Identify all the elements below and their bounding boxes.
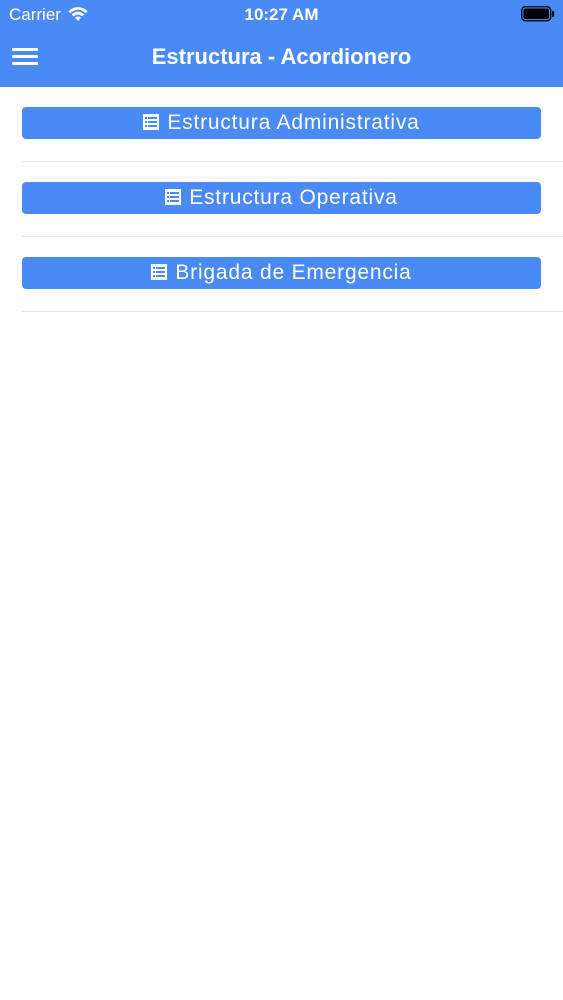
status-time: 10:27 AM bbox=[244, 5, 319, 24]
estructura-operativa-button[interactable]: Estructura Operativa bbox=[22, 182, 541, 214]
section-label: Brigada de Emergencia bbox=[175, 261, 412, 284]
nav-bar: Estructura - Acordionero bbox=[0, 30, 563, 87]
section-label: Estructura Administrativa bbox=[167, 111, 420, 134]
accordion-list: Estructura Administrativa Estructura Ope… bbox=[0, 87, 563, 312]
estructura-administrativa-button[interactable]: Estructura Administrativa bbox=[22, 107, 541, 139]
app-header: Carrier 10:27 AM Estructura - Acordioner… bbox=[0, 0, 563, 87]
page-title: Estructura - Acordionero bbox=[151, 44, 412, 69]
brigada-de-emergencia-button[interactable]: Brigada de Emergencia bbox=[22, 257, 541, 289]
section-label: Estructura Operativa bbox=[189, 186, 398, 209]
accordion-section-administrativa: Estructura Administrativa bbox=[22, 87, 563, 162]
status-bar: Carrier 10:27 AM bbox=[0, 0, 563, 30]
list-icon bbox=[143, 114, 160, 130]
list-icon bbox=[151, 264, 168, 280]
accordion-section-operativa: Estructura Operativa bbox=[22, 162, 563, 237]
battery-icon bbox=[521, 6, 555, 22]
accordion-section-brigada: Brigada de Emergencia bbox=[22, 237, 563, 312]
list-icon bbox=[165, 189, 182, 205]
